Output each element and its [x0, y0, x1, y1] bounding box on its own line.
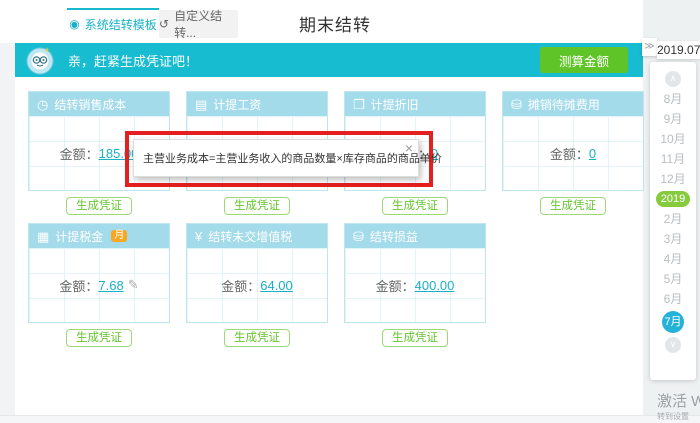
month-item[interactable]: 11月	[660, 151, 686, 167]
watermark-line2: 转到设置	[657, 412, 689, 421]
amount-link[interactable]: 0	[589, 146, 596, 161]
generate-voucher-button[interactable]: 生成凭证	[540, 197, 606, 215]
scroll-down-icon[interactable]: ∨	[665, 337, 681, 353]
amount-label: 金额：	[549, 146, 589, 162]
tab-system-template[interactable]: ◉ 系统结转模板	[67, 8, 159, 38]
month-item[interactable]: 8月	[660, 91, 686, 107]
tab-label: 自定义结转...	[174, 9, 223, 40]
amount-label: 金额：	[221, 278, 261, 294]
year-divider: 2019	[656, 191, 690, 207]
yuan-icon: ¥	[195, 228, 203, 244]
month-item[interactable]: 12月	[660, 171, 686, 187]
current-period-label: 2019.07	[657, 41, 700, 59]
card-title: 计提折旧	[370, 97, 419, 112]
refresh-icon: ↺	[159, 17, 170, 31]
card-title: 计提税金	[55, 229, 104, 244]
collapse-panel-icon[interactable]: ≫	[642, 38, 657, 56]
card-carryover-profit-loss: ⛁ 结转损益 金额： 400.00	[344, 223, 486, 323]
generate-voucher-button[interactable]: 生成凭证	[66, 329, 132, 347]
amount-link[interactable]: 400.00	[415, 278, 455, 293]
card-title: 计提工资	[213, 97, 262, 112]
month-item[interactable]: 5月	[660, 271, 686, 287]
generate-voucher-button[interactable]: 生成凭证	[66, 197, 132, 215]
card-title: 摊销待摊费用	[527, 97, 600, 112]
banner-message: 亲，赶紧生成凭证吧！	[68, 53, 199, 69]
month-item[interactable]: 6月	[660, 291, 686, 307]
card-amortize-expenses: ⛁ 摊销待摊费用 金额： 0	[502, 91, 644, 191]
receipt-icon: ▦	[37, 228, 50, 244]
scroll-up-icon[interactable]: ∧	[665, 71, 681, 87]
activation-watermark: 激活 W 转到设置	[657, 390, 700, 422]
generate-voucher-button[interactable]: 生成凭证	[382, 197, 448, 215]
red-annotation-box: 主营业务成本=主营业务收入的商品数量×库存商品的商品单价 ×	[125, 131, 442, 187]
amount-link[interactable]: 7.68	[98, 278, 123, 293]
card-carryover-vat: ¥ 结转未交增值税 金额： 64.00	[186, 223, 328, 323]
tab-custom-carryover[interactable]: ↺ 自定义结转...	[159, 9, 238, 40]
pie-clock-icon: ◷	[37, 96, 49, 112]
month-item-selected[interactable]: 7月	[662, 311, 684, 333]
pencil-icon[interactable]: ✎	[128, 277, 139, 293]
formula-tooltip: 主营业务成本=主营业务收入的商品数量×库存商品的商品单价 ×	[133, 139, 442, 177]
mascot-avatar	[26, 47, 54, 75]
tooltip-text: 主营业务成本=主营业务收入的商品数量×库存商品的商品单价	[143, 153, 442, 165]
month-item[interactable]: 10月	[660, 131, 686, 147]
month-item[interactable]: 9月	[660, 111, 686, 127]
amount-label: 金额：	[59, 146, 99, 162]
amount-label: 金额：	[375, 278, 415, 294]
left-background-strip	[0, 43, 15, 415]
footer-strip	[0, 415, 700, 423]
close-icon[interactable]: ×	[405, 141, 413, 155]
month-item[interactable]: 2月	[660, 211, 686, 227]
card-title: 结转销售成本	[54, 97, 127, 112]
watermark-line1: 激活 W	[657, 393, 700, 410]
card-title: 结转损益	[369, 229, 418, 244]
card-accrue-tax: ▦ 计提税金 月 金额： 7.68 ✎	[28, 223, 170, 323]
app-window: ◉ 系统结转模板 ↺ 自定义结转... 期末结转 亲，赶紧生成凭证吧！ 测算金额…	[0, 0, 700, 423]
amount-label: 金额：	[59, 278, 99, 294]
month-picker-panel: ∧ 8月 9月 10月 11月 12月 2019 2月 3月 4月 5月 6月 …	[650, 62, 696, 380]
month-badge: 月	[111, 230, 128, 242]
documents-icon: ❐	[353, 96, 365, 112]
coin-plus-icon: ⛁	[353, 228, 364, 244]
tab-label: 系统结转模板	[84, 17, 157, 32]
month-item[interactable]: 4月	[660, 251, 686, 267]
card-title: 结转未交增值税	[208, 229, 293, 244]
generate-voucher-button[interactable]: 生成凭证	[224, 329, 290, 347]
notice-banner: 亲，赶紧生成凭证吧！ 测算金额	[15, 43, 643, 77]
generate-voucher-button[interactable]: 生成凭证	[382, 329, 448, 347]
briefcase-icon: ▤	[195, 96, 208, 112]
calculate-amount-button[interactable]: 测算金额	[540, 47, 628, 73]
page-title: 期末结转	[299, 16, 371, 35]
month-item[interactable]: 3月	[660, 231, 686, 247]
system-template-icon: ◉	[69, 17, 80, 31]
generate-voucher-button[interactable]: 生成凭证	[224, 197, 290, 215]
coin-stack-icon: ⛁	[511, 96, 522, 112]
amount-link[interactable]: 64.00	[260, 278, 293, 293]
